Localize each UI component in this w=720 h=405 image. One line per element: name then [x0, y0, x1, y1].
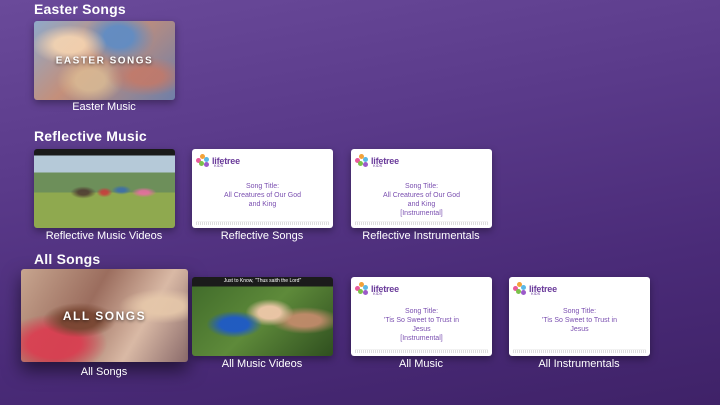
song-title-block: Song Title: 'Tis So Sweet to Trust in Je… [351, 307, 492, 343]
caption-reflective-music-videos: Reflective Music Videos [45, 230, 163, 242]
song-title-line: 'Tis So Sweet to Trust in [542, 317, 617, 324]
section-title-easter-songs: Easter Songs [34, 1, 126, 17]
song-title-block: Song Title: 'Tis So Sweet to Trust in Je… [509, 307, 650, 334]
fineprint [513, 349, 646, 353]
caption-all-music: All Music [398, 358, 443, 370]
caption-reflective-instrumentals: Reflective Instrumentals [362, 230, 480, 242]
tile-overlay-text: ALL SONGS [62, 308, 147, 323]
song-title-line: All Creatures of Our God [223, 192, 302, 199]
tile-overlay-text: EASTER SONGS [55, 55, 154, 66]
tile-all-songs[interactable]: ALL SONGS [21, 269, 188, 362]
caption-easter-music: Easter Music [72, 101, 136, 113]
song-title-line: All Creatures of Our God [382, 192, 461, 199]
tile-all-instrumentals[interactable]: lifetree KIDS Song Title: 'Tis So Sweet … [509, 277, 650, 356]
song-title-line: [Instrumental] [400, 335, 443, 342]
caption-all-songs: All Songs [80, 366, 128, 378]
tile-reflective-instrumentals[interactable]: lifetree KIDS Song Title: All Creatures … [351, 149, 492, 228]
video-top-text: Just to Know, "Thus saith the Lord" [223, 278, 302, 284]
fineprint [355, 349, 488, 353]
tile-all-music[interactable]: lifetree KIDS Song Title: 'Tis So Sweet … [351, 277, 492, 356]
song-title-label: Song Title: [404, 308, 439, 315]
tree-icon [513, 282, 527, 296]
caption-all-instrumentals: All Instrumentals [538, 358, 620, 370]
tile-easter-music[interactable]: EASTER SONGS [34, 21, 175, 100]
section-title-reflective-music: Reflective Music [34, 128, 147, 144]
song-title-label: Song Title: [245, 183, 280, 190]
fineprint [355, 221, 488, 225]
fineprint [196, 221, 329, 225]
caption-reflective-songs: Reflective Songs [220, 230, 304, 242]
tree-icon [355, 154, 369, 168]
logo-subtitle: KIDS [373, 291, 383, 296]
song-title-line: Jesus [412, 326, 431, 333]
logo-subtitle: KIDS [373, 163, 383, 168]
tree-icon [355, 282, 369, 296]
tile-reflective-songs[interactable]: lifetree KIDS Song Title: All Creatures … [192, 149, 333, 228]
song-title-line: 'Tis So Sweet to Trust in [384, 317, 459, 324]
tree-icon [196, 154, 210, 168]
tile-all-music-videos[interactable]: Just to Know, "Thus saith the Lord" [192, 277, 333, 356]
song-title-line: Jesus [570, 326, 589, 333]
logo-subtitle: KIDS [214, 163, 224, 168]
song-title-block: Song Title: All Creatures of Our God and… [351, 182, 492, 218]
song-title-line: [Instrumental] [400, 210, 443, 217]
section-title-all-songs: All Songs [34, 251, 101, 267]
caption-all-music-videos: All Music Videos [221, 358, 303, 370]
song-title-label: Song Title: [404, 183, 439, 190]
song-title-line: and King [248, 201, 277, 208]
logo-subtitle: KIDS [531, 291, 541, 296]
song-title-label: Song Title: [562, 308, 597, 315]
tile-reflective-music-videos[interactable] [34, 149, 175, 228]
song-title-block: Song Title: All Creatures of Our God and… [192, 182, 333, 209]
song-title-line: and King [407, 201, 436, 208]
